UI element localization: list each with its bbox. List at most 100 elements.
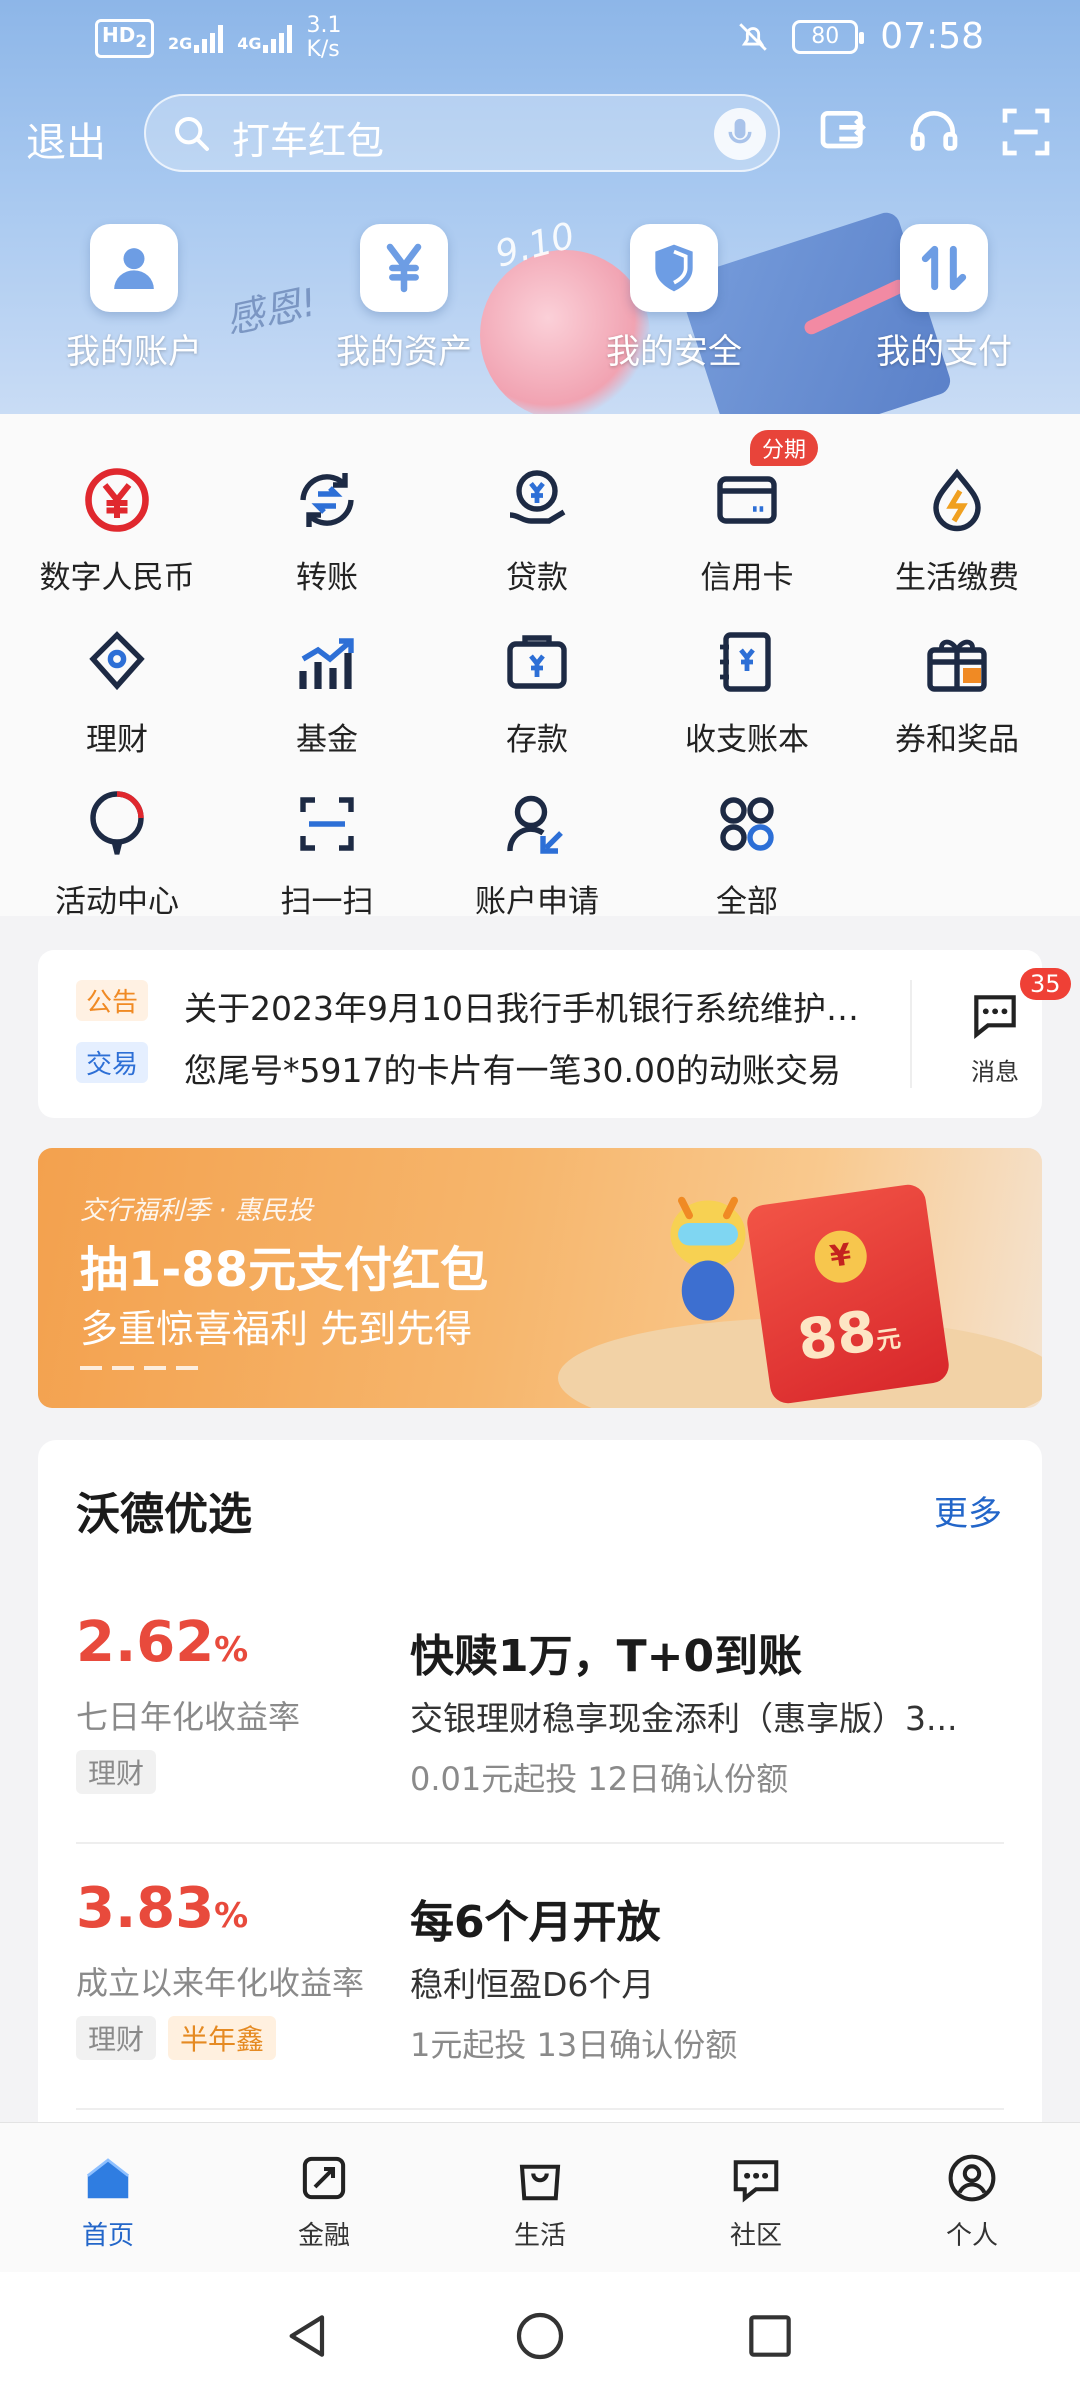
product-tags: 理财 (76, 1750, 157, 1794)
clock: 07:58 (880, 16, 984, 57)
message-label: 消息 (971, 1058, 1019, 1086)
grid-all-icon (720, 797, 774, 851)
service-label: 收支账本 (685, 722, 809, 758)
tab-finance[interactable]: 金融 (254, 2151, 394, 2252)
product-tag: 理财 (76, 2016, 157, 2060)
digital-rmb-icon (85, 468, 149, 532)
product-item[interactable]: 3.83% 成立以来年化收益率 理财 半年鑫 每6个月开放 稳利恒盈D6个月 1… (76, 1876, 1004, 2086)
product-headline: 快赎1万，T+0到账 (410, 1631, 803, 1682)
installment-badge: 分期 (750, 430, 819, 466)
yuan-icon (386, 243, 422, 293)
shield-icon (655, 244, 693, 292)
tab-label: 社区 (729, 2221, 782, 2251)
home-icon (86, 2158, 130, 2199)
gift-icon (927, 639, 987, 692)
signal-2g-icon: 2G (168, 23, 224, 53)
service-account-apply[interactable]: 账户申请 (432, 788, 642, 921)
product-tags: 理财 半年鑫 (76, 2016, 277, 2060)
finance-icon (302, 2156, 346, 2200)
item-divider (76, 2108, 1004, 2110)
scan-frame-icon[interactable] (998, 104, 1054, 160)
tab-profile[interactable]: 个人 (902, 2151, 1042, 2252)
messages-button[interactable]: 消息 35 (950, 968, 1071, 1087)
product-tag: 理财 (76, 1750, 157, 1794)
service-deposit[interactable]: 存款 (432, 626, 642, 759)
service-label: 信用卡 (700, 560, 794, 596)
credit-card-icon (717, 476, 777, 524)
tab-label: 个人 (945, 2221, 998, 2251)
yield-rate: 3.83% (76, 1876, 249, 1941)
product-tag: 半年鑫 (168, 2016, 277, 2060)
service-label: 存款 (506, 722, 568, 758)
service-label: 转账 (296, 560, 358, 596)
signal-4g-icon: 4G (237, 23, 293, 53)
service-utilities[interactable]: 生活缴费 (852, 464, 1062, 597)
exit-button[interactable]: 退出 (26, 110, 106, 168)
banner-subtitle: 多重惊喜福利 先到先得 (80, 1307, 473, 1351)
notice-divider (910, 980, 912, 1088)
banner-pager (80, 1366, 198, 1370)
quick-label: 我的支付 (876, 332, 1012, 372)
quick-label: 我的资产 (336, 332, 472, 372)
yield-label: 成立以来年化收益率 (76, 1964, 365, 2002)
scan-icon (300, 797, 354, 851)
more-link[interactable]: 更多 (934, 1486, 1002, 1535)
service-all[interactable]: 全部 (642, 788, 852, 921)
battery-indicator: 80 (792, 19, 865, 54)
product-item[interactable]: 2.62% 七日年化收益率 理财 快赎1万，T+0到账 交银理财稳享现金添利（惠… (76, 1610, 1004, 1820)
yuan-coin-icon: ¥ (811, 1227, 871, 1287)
user-icon (114, 248, 154, 289)
status-bar: HD2 2G 4G 3.1 K/s 80 07:58 (0, 0, 1080, 80)
microphone-icon (728, 118, 752, 144)
community-chat-icon (733, 2160, 779, 2203)
yield-label: 七日年化收益率 (76, 1698, 301, 1736)
quick-label: 我的账户 (66, 332, 202, 372)
profile-icon (948, 2154, 996, 2202)
tab-home[interactable]: 首页 (38, 2151, 178, 2252)
announcement-tag: 公告 (76, 980, 149, 1021)
home-circle-icon[interactable] (512, 2308, 568, 2364)
service-wealth[interactable]: 理财 (12, 626, 222, 759)
tab-community[interactable]: 社区 (686, 2151, 826, 2252)
item-divider (76, 1842, 1004, 1844)
service-ledger[interactable]: 收支账本 (642, 626, 852, 759)
service-activity-center[interactable]: 活动中心 (12, 788, 222, 921)
quick-my-assets[interactable]: 我的资产 (304, 224, 504, 373)
service-digital-rmb[interactable]: 数字人民币 (12, 464, 222, 597)
service-credit-card[interactable]: 信用卡 分期 (642, 430, 852, 597)
switch-icon[interactable] (816, 104, 872, 160)
back-triangle-icon[interactable] (280, 2308, 336, 2364)
quick-label: 我的安全 (606, 332, 742, 372)
service-label: 基金 (296, 722, 358, 758)
red-envelope: ¥ 88元 (744, 1182, 952, 1406)
tab-life[interactable]: 生活 (470, 2151, 610, 2252)
message-icon (974, 995, 1016, 1040)
deposit-box-icon (507, 635, 567, 689)
customer-service-icon[interactable] (906, 104, 962, 160)
yield-rate: 2.62% (76, 1610, 249, 1675)
banner-brand: 交行福利季 · 惠民投 (80, 1196, 313, 1226)
account-apply-icon (507, 795, 563, 854)
promo-banner[interactable]: 交行福利季 · 惠民投 抽1-88元支付红包 多重惊喜福利 先到先得 ¥ 88元 (38, 1148, 1042, 1408)
dragon-mascot-icon (670, 1196, 746, 1321)
product-name: 稳利恒盈D6个月 (410, 1965, 655, 2004)
voice-search-button[interactable] (714, 108, 766, 160)
utility-drop-icon (933, 468, 981, 532)
search-icon (175, 116, 209, 151)
service-label: 理财 (86, 722, 148, 758)
quick-my-account[interactable]: 我的账户 (34, 224, 234, 373)
service-fund[interactable]: 基金 (222, 626, 432, 759)
recents-square-icon[interactable] (742, 2308, 798, 2364)
service-scan[interactable]: 扫一扫 (222, 788, 432, 921)
transaction-text[interactable]: 您尾号*5917的卡片有一笔30.00的动账交易 (184, 1044, 884, 1092)
announcement-text[interactable]: 关于2023年9月10日我行手机银行系统维护的公告 (184, 982, 884, 1030)
quick-my-payment[interactable]: 我的支付 (844, 224, 1044, 373)
service-label: 扫一扫 (280, 884, 374, 920)
service-loan[interactable]: 贷款 (432, 464, 642, 597)
quick-my-security[interactable]: 我的安全 (574, 224, 774, 373)
search-bar[interactable]: 打车红包 (144, 94, 780, 172)
service-coupons[interactable]: 券和奖品 (852, 626, 1062, 759)
product-info: 1元起投 13日确认份额 (410, 2026, 738, 2064)
service-transfer[interactable]: 转账 (222, 464, 432, 597)
product-info: 0.01元起投 12日确认份额 (410, 1760, 789, 1798)
